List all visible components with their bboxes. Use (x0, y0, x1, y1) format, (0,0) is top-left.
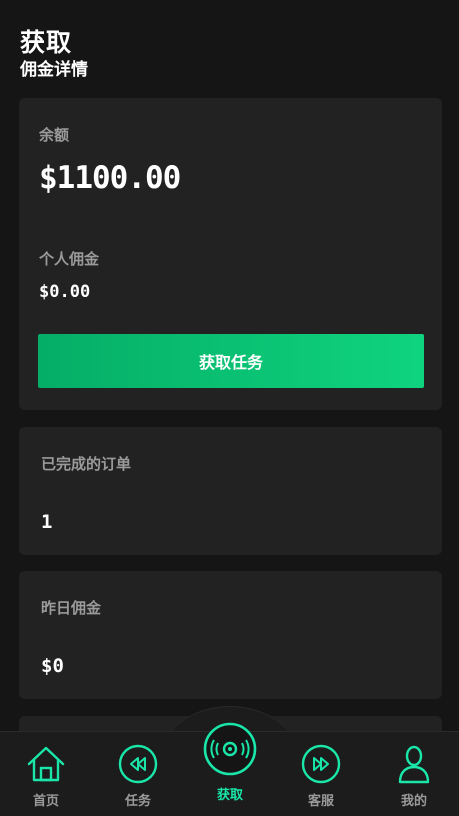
page: 获取 佣金详情 余额 $1100.00 个人佣金 $0.00 获取任务 已完成的… (0, 0, 459, 816)
balance-card: 余额 $1100.00 个人佣金 $0.00 获取任务 (19, 98, 442, 410)
commission-label: 个人佣金 (39, 250, 100, 268)
nav-label-home: 首页 (32, 794, 59, 809)
page-title: 获取 (20, 28, 73, 57)
completed-orders-label: 已完成的订单 (41, 455, 132, 473)
get-task-button[interactable]: 获取任务 (38, 334, 424, 388)
nav-item-home[interactable]: 首页 (6, 732, 86, 816)
commission-value: $0.00 (39, 282, 91, 302)
user-icon (398, 745, 430, 784)
nav-label-service: 客服 (307, 794, 334, 809)
completed-orders-card: 已完成的订单 1 (19, 427, 442, 555)
yesterday-commission-value: $0 (41, 655, 64, 677)
nav-item-tasks[interactable]: 任务 (98, 732, 178, 816)
rewind-icon (118, 744, 158, 784)
nav-label-get: 获取 (216, 788, 243, 803)
page-subtitle: 佣金详情 (20, 60, 88, 80)
nav-label-tasks: 任务 (124, 794, 151, 809)
completed-orders-value: 1 (41, 511, 53, 533)
nav-item-service[interactable]: 客服 (281, 732, 361, 816)
nav-label-mine: 我的 (400, 794, 427, 809)
fast-forward-icon (301, 744, 341, 784)
yesterday-commission-card: 昨日佣金 $0 (19, 571, 442, 699)
nav-item-mine[interactable]: 我的 (374, 732, 454, 816)
disc-icon (203, 722, 257, 776)
yesterday-commission-label: 昨日佣金 (41, 599, 102, 617)
balance-label: 余额 (39, 126, 70, 144)
nav-item-get[interactable]: 获取 (190, 722, 270, 816)
balance-value: $1100.00 (39, 160, 181, 196)
page-header: 获取 佣金详情 (20, 28, 88, 81)
home-icon (27, 746, 65, 782)
